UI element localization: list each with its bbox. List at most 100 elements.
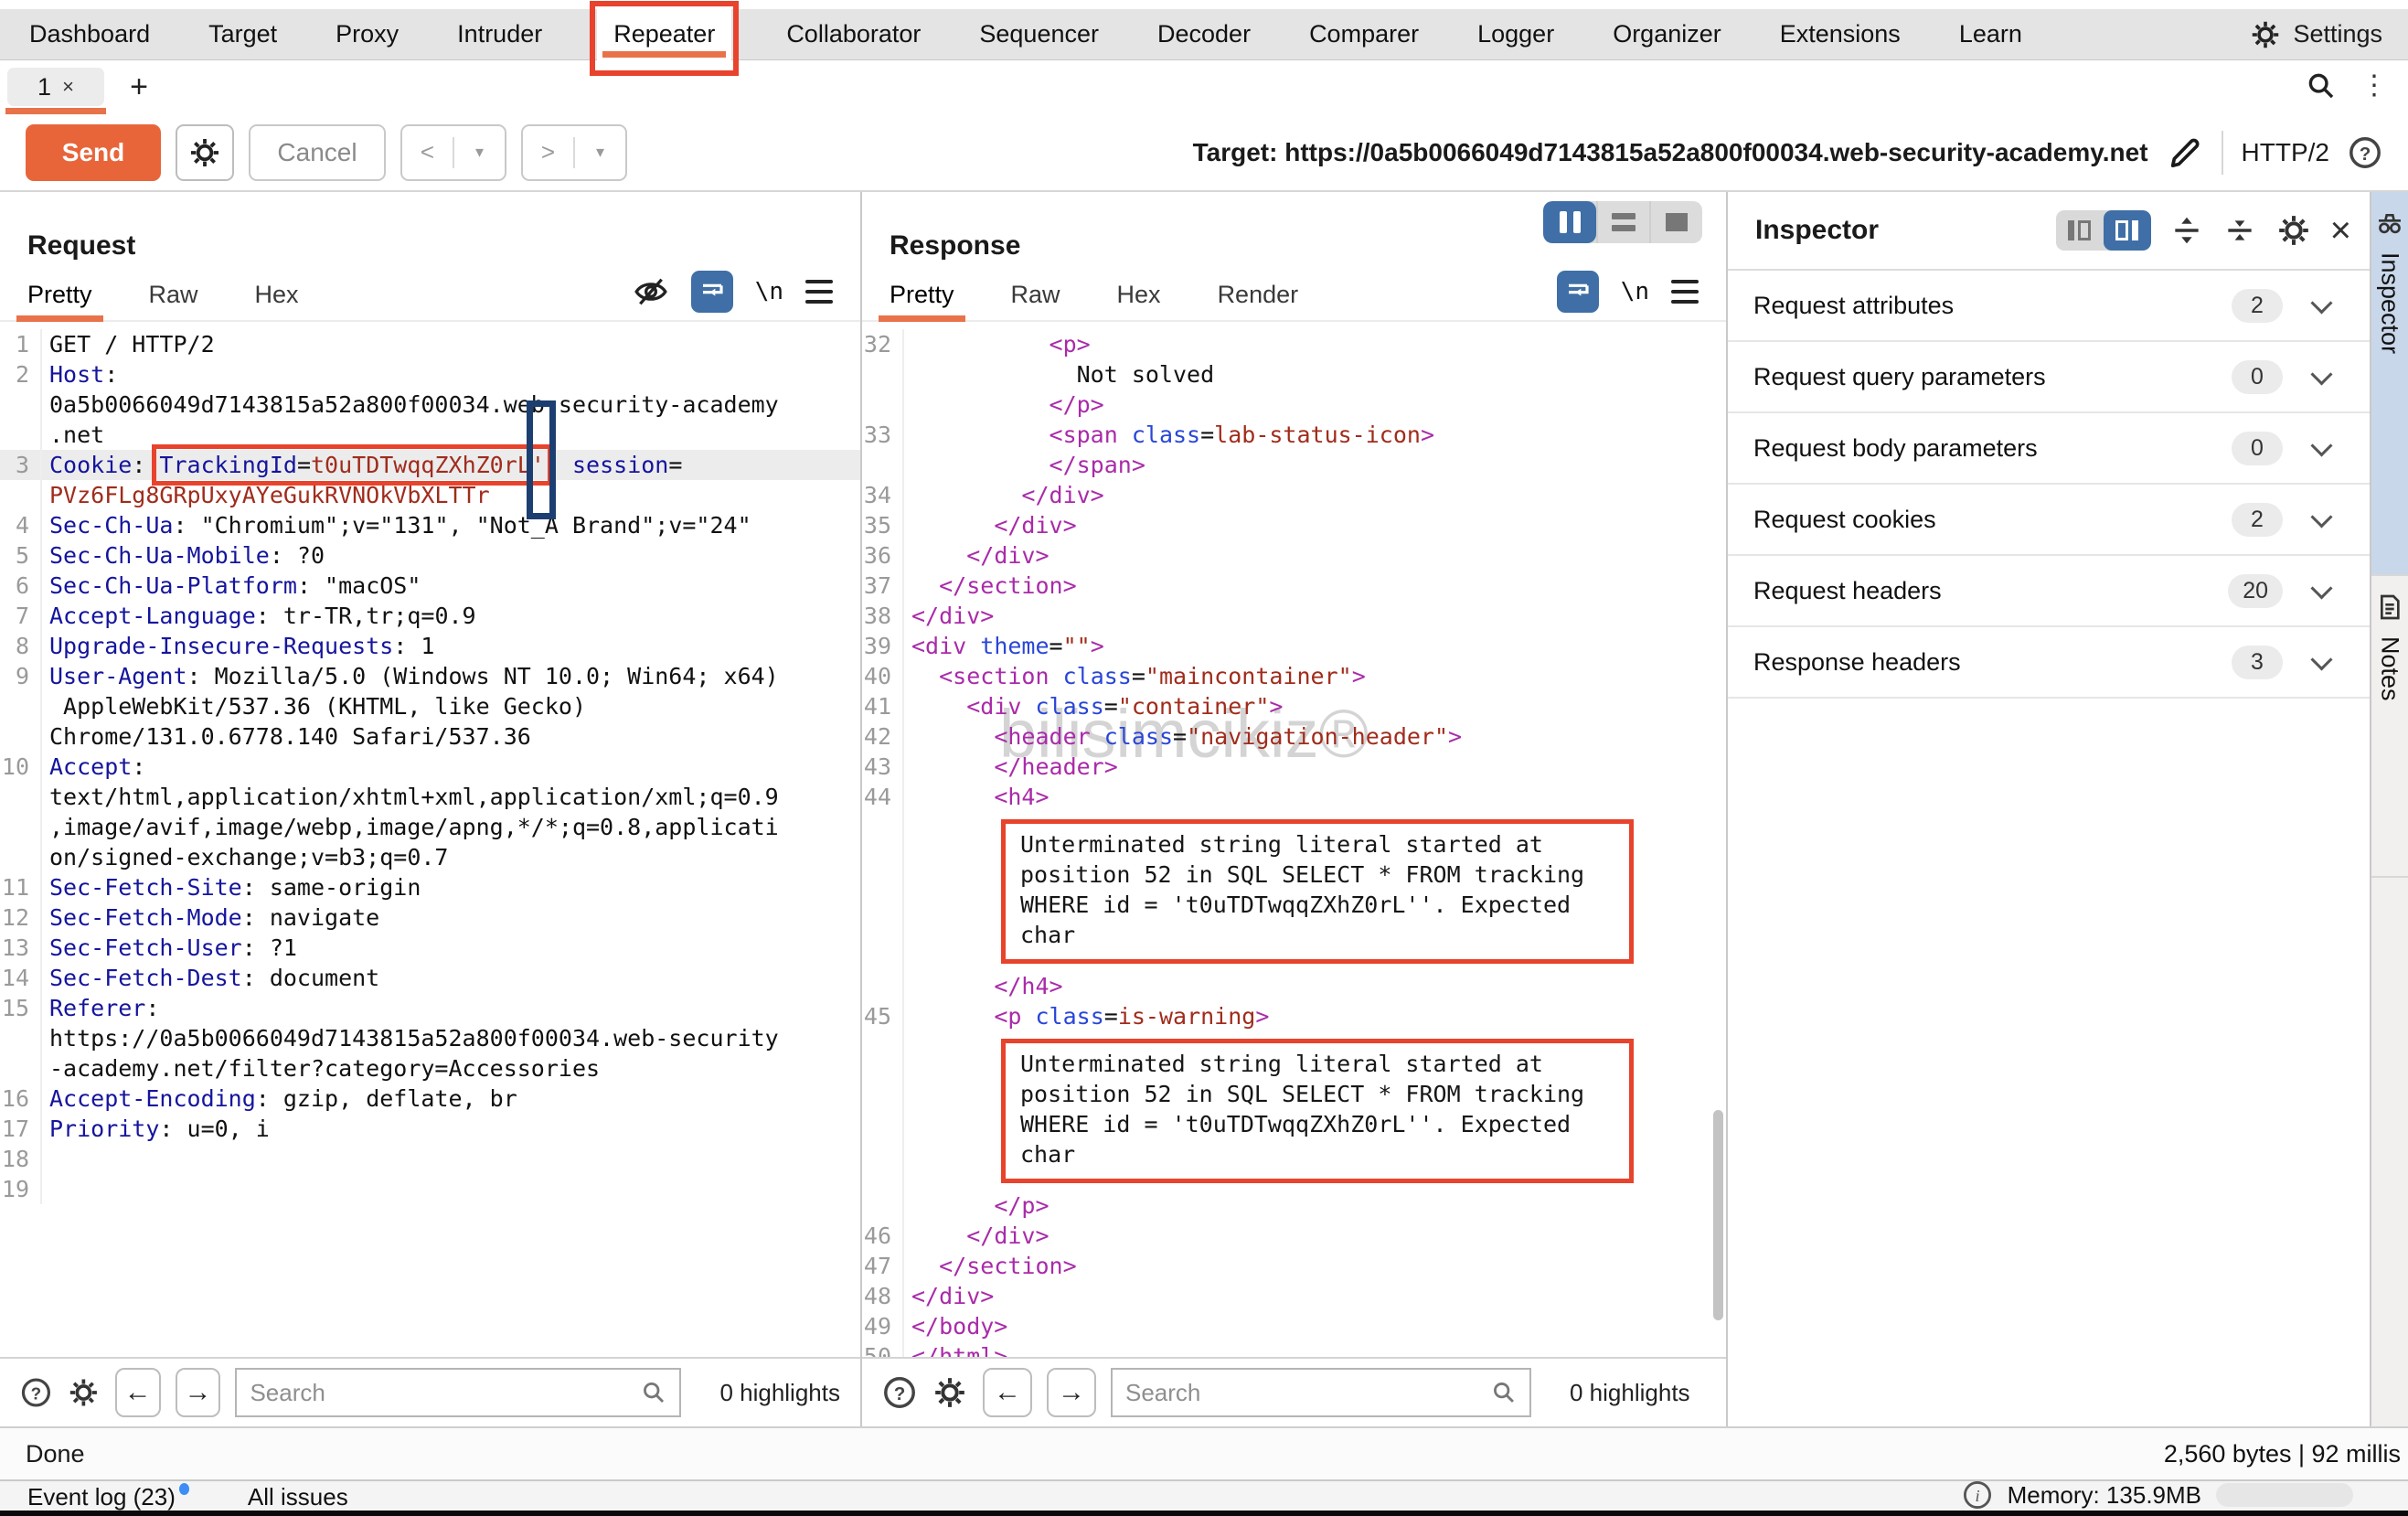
settings-gear-icon[interactable] (2249, 18, 2282, 51)
rows-layout-icon[interactable] (1596, 201, 1649, 243)
tab-raw[interactable]: Raw (1011, 281, 1060, 320)
menu-item-dashboard[interactable]: Dashboard (26, 9, 154, 60)
menu-item-repeater[interactable]: Repeater (597, 9, 731, 60)
prev-match-button[interactable]: ← (115, 1368, 161, 1417)
back-button[interactable]: < (402, 138, 453, 166)
inspector-row-request-headers[interactable]: Request headers20 (1728, 556, 2370, 627)
word-wrap-icon[interactable] (1557, 271, 1599, 313)
line-number: 40 (862, 661, 904, 691)
code-row: 17Priority: u=0, i (0, 1114, 860, 1144)
next-match-button[interactable]: → (1047, 1368, 1096, 1417)
inspector-row-request-cookies[interactable]: Request cookies2 (1728, 485, 2370, 556)
search-settings-icon[interactable] (932, 1374, 968, 1411)
tab-pretty[interactable]: Pretty (27, 281, 92, 320)
collapse-all-icon[interactable] (2222, 213, 2257, 248)
inspector-settings-icon[interactable] (2275, 212, 2312, 249)
request-editor[interactable]: 1GET / HTTP/22Host:0a5b0066049d7143815a5… (0, 322, 860, 1357)
line-number (0, 1023, 42, 1053)
single-layout-icon[interactable] (1649, 201, 1702, 243)
close-inspector-icon[interactable]: × (2330, 217, 2351, 244)
hide-nonprintable-icon[interactable] (633, 273, 669, 310)
memory-label: Memory: 135.9MB (2008, 1481, 2201, 1509)
editor-menu-icon[interactable] (1671, 280, 1699, 304)
menu-item-decoder[interactable]: Decoder (1154, 9, 1254, 60)
forward-dropdown-icon[interactable]: ▾ (575, 143, 625, 162)
chevron-down-icon[interactable] (2310, 648, 2332, 670)
inspector-row-request-query-parameters[interactable]: Request query parameters0 (1728, 342, 2370, 413)
code-row: AppleWebKit/537.36 (KHTML, like Gecko) (0, 691, 860, 721)
chevron-down-icon[interactable] (2310, 292, 2332, 314)
sidebar-tab-inspector[interactable]: Inspector (2371, 192, 2408, 576)
search-help-icon[interactable] (20, 1375, 52, 1410)
word-wrap-icon[interactable] (691, 271, 733, 313)
pencil-icon[interactable] (2167, 134, 2203, 171)
line-number (0, 420, 42, 450)
event-log-button[interactable]: Event log (23) (27, 1483, 189, 1511)
menu-item-collaborator[interactable]: Collaborator (783, 9, 924, 60)
tab-raw[interactable]: Raw (149, 281, 198, 320)
code-row: Unterminated string literal started atpo… (862, 812, 1726, 971)
code-row: </span> (862, 450, 1726, 480)
line-number (862, 812, 904, 971)
tab-hex[interactable]: Hex (1117, 281, 1161, 320)
tab-pretty[interactable]: Pretty (890, 281, 954, 320)
menu-item-comparer[interactable]: Comparer (1305, 9, 1422, 60)
code-row: 6Sec-Ch-Ua-Platform: "macOS" (0, 571, 860, 601)
request-panel: Request PrettyRawHex \n 1GET / HTTP/22Ho… (0, 192, 860, 1426)
menu-item-sequencer[interactable]: Sequencer (975, 9, 1103, 60)
help-icon[interactable] (2348, 135, 2382, 170)
menu-item-logger[interactable]: Logger (1474, 9, 1558, 60)
settings-button[interactable]: Settings (2293, 20, 2382, 48)
chevron-down-icon[interactable] (2310, 434, 2332, 456)
editor-menu-icon[interactable] (805, 280, 833, 304)
menu-item-learn[interactable]: Learn (1955, 9, 2026, 60)
right-sidebar-strip: Inspector Notes (2370, 192, 2408, 1426)
line-number (862, 1190, 904, 1221)
forward-button[interactable]: > (523, 138, 573, 166)
cancel-button[interactable]: Cancel (249, 124, 386, 181)
tab-hex[interactable]: Hex (255, 281, 299, 320)
chevron-down-icon[interactable] (2310, 363, 2332, 385)
inspector-row-request-attributes[interactable]: Request attributes2 (1728, 271, 2370, 342)
send-button[interactable]: Send (26, 124, 161, 181)
newline-toggle-icon[interactable]: \n (755, 278, 783, 305)
response-editor[interactable]: bilisimcikiz® 32 <p> Not solved </p>33 <… (862, 322, 1726, 1357)
send-settings-button[interactable] (176, 124, 234, 181)
search-icon[interactable] (2306, 70, 2337, 101)
code-row: 39<div theme=""> (862, 631, 1726, 661)
tab-render[interactable]: Render (1218, 281, 1299, 320)
menu-item-organizer[interactable]: Organizer (1609, 9, 1725, 60)
back-dropdown-icon[interactable]: ▾ (454, 143, 505, 162)
sidebar-tab-notes[interactable]: Notes (2371, 576, 2408, 878)
menu-item-label: Decoder (1157, 20, 1251, 48)
menu-item-proxy[interactable]: Proxy (332, 9, 402, 60)
chevron-down-icon[interactable] (2310, 577, 2332, 599)
close-tab-icon[interactable]: × (62, 75, 74, 99)
dock-left-icon[interactable] (2056, 210, 2104, 251)
menu-item-target[interactable]: Target (205, 9, 281, 60)
prev-match-button[interactable]: ← (983, 1368, 1032, 1417)
line-number: 45 (862, 1001, 904, 1031)
inspector-row-request-body-parameters[interactable]: Request body parameters0 (1728, 413, 2370, 485)
columns-layout-icon[interactable] (1543, 201, 1596, 243)
search-settings-icon[interactable] (67, 1374, 101, 1411)
menu-item-intruder[interactable]: Intruder (453, 9, 546, 60)
search-help-icon[interactable] (882, 1375, 917, 1410)
dock-right-icon[interactable] (2104, 210, 2151, 251)
inspector-row-response-headers[interactable]: Response headers3 (1728, 627, 2370, 699)
menu-item-label: Logger (1477, 20, 1554, 48)
newline-toggle-icon[interactable]: \n (1621, 278, 1649, 305)
add-tab-button[interactable]: + (121, 69, 157, 105)
menu-item-extensions[interactable]: Extensions (1776, 9, 1904, 60)
next-match-button[interactable]: → (176, 1368, 221, 1417)
all-issues-button[interactable]: All issues (248, 1483, 348, 1511)
repeater-tab-1[interactable]: 1 × (5, 66, 106, 114)
forward-button-group[interactable]: > ▾ (521, 124, 627, 181)
chevron-down-icon[interactable] (2310, 506, 2332, 528)
response-search-input[interactable] (1125, 1379, 1491, 1407)
back-button-group[interactable]: < ▾ (400, 124, 506, 181)
line-number (0, 480, 42, 510)
expand-all-icon[interactable] (2169, 213, 2204, 248)
request-search-input[interactable] (250, 1379, 641, 1407)
kebab-menu-icon[interactable]: ⋮ (2360, 69, 2388, 101)
